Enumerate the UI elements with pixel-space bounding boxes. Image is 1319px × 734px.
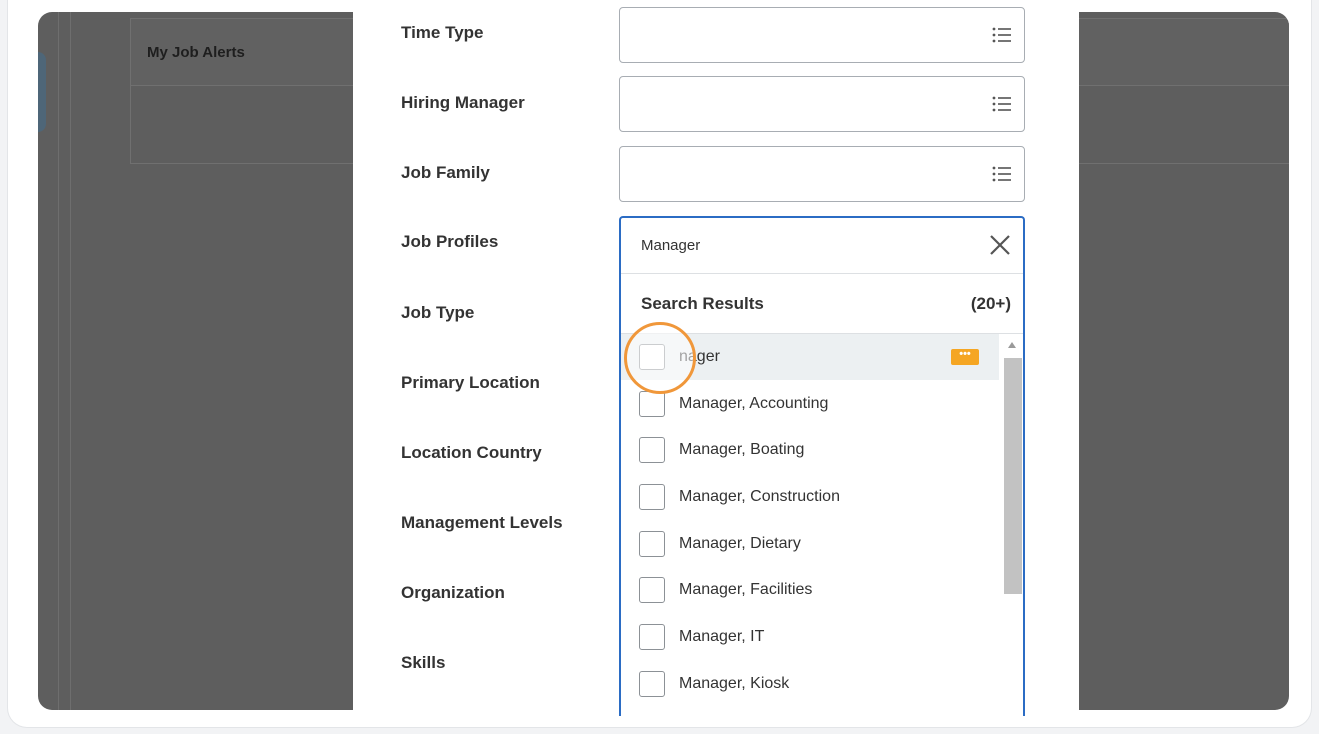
list-icon[interactable] xyxy=(992,26,1012,44)
list-icon[interactable] xyxy=(992,165,1012,183)
result-item[interactable]: Manager, Kiosk xyxy=(621,661,999,707)
more-options-icon[interactable]: ••• xyxy=(951,349,979,365)
result-item[interactable]: Manager, IT xyxy=(621,614,999,660)
result-item[interactable]: Manager, Facilities xyxy=(621,567,999,613)
scroll-thumb[interactable] xyxy=(1004,358,1022,594)
result-checkbox[interactable] xyxy=(639,531,665,557)
label-primary-location: Primary Location xyxy=(401,373,540,392)
close-icon[interactable] xyxy=(987,232,1013,258)
label-job-family: Job Family xyxy=(401,163,490,182)
label-skills: Skills xyxy=(401,653,446,672)
label-job-type: Job Type xyxy=(401,303,475,322)
label-hiring-manager: Hiring Manager xyxy=(401,93,525,112)
hiring-manager-field[interactable] xyxy=(619,76,1025,132)
result-item[interactable]: Manager, Dietary xyxy=(621,521,999,567)
list-icon[interactable] xyxy=(992,95,1012,113)
results-scrollbar[interactable] xyxy=(1003,334,1022,716)
label-location-country: Location Country xyxy=(401,443,542,462)
result-label: Manager, IT xyxy=(679,628,765,645)
label-job-profiles: Job Profiles xyxy=(401,232,499,251)
divider xyxy=(58,12,59,710)
result-label: Manager, Accounting xyxy=(679,395,829,412)
job-alerts-title: My Job Alerts xyxy=(147,43,245,61)
result-label: Manager, Boating xyxy=(679,441,805,458)
scroll-up-arrow-icon[interactable] xyxy=(1008,342,1016,348)
job-profiles-dropdown: Manager Search Results (20+) nager ••• M… xyxy=(619,216,1025,716)
job-profiles-search[interactable]: Manager xyxy=(621,218,1023,274)
result-checkbox[interactable] xyxy=(639,437,665,463)
label-time-type: Time Type xyxy=(401,23,484,42)
label-management-levels: Management Levels xyxy=(401,513,563,532)
search-results-title: Search Results xyxy=(641,293,764,313)
result-item[interactable]: Manager, Boating xyxy=(621,427,999,473)
result-checkbox[interactable] xyxy=(639,624,665,650)
search-results-header: Search Results (20+) xyxy=(621,274,1023,334)
label-organization: Organization xyxy=(401,583,505,602)
filter-panel: Time Type Hiring Manager Job Family Job … xyxy=(353,0,1079,716)
click-indicator xyxy=(624,322,696,394)
search-results-count: (20+) xyxy=(970,293,1011,313)
result-checkbox[interactable] xyxy=(639,671,665,697)
result-item[interactable]: Manager, Construction xyxy=(621,474,999,520)
side-tab xyxy=(38,52,46,132)
result-label: Manager, Facilities xyxy=(679,581,813,598)
result-checkbox[interactable] xyxy=(639,391,665,417)
time-type-field[interactable] xyxy=(619,7,1025,63)
divider xyxy=(70,12,71,710)
result-checkbox[interactable] xyxy=(639,484,665,510)
job-profiles-search-value[interactable]: Manager xyxy=(641,237,700,254)
job-family-field[interactable] xyxy=(619,146,1025,202)
result-checkbox[interactable] xyxy=(639,577,665,603)
result-label: Manager, Construction xyxy=(679,488,840,505)
result-label: Manager, Dietary xyxy=(679,535,801,552)
result-label: Manager, Kiosk xyxy=(679,675,790,692)
